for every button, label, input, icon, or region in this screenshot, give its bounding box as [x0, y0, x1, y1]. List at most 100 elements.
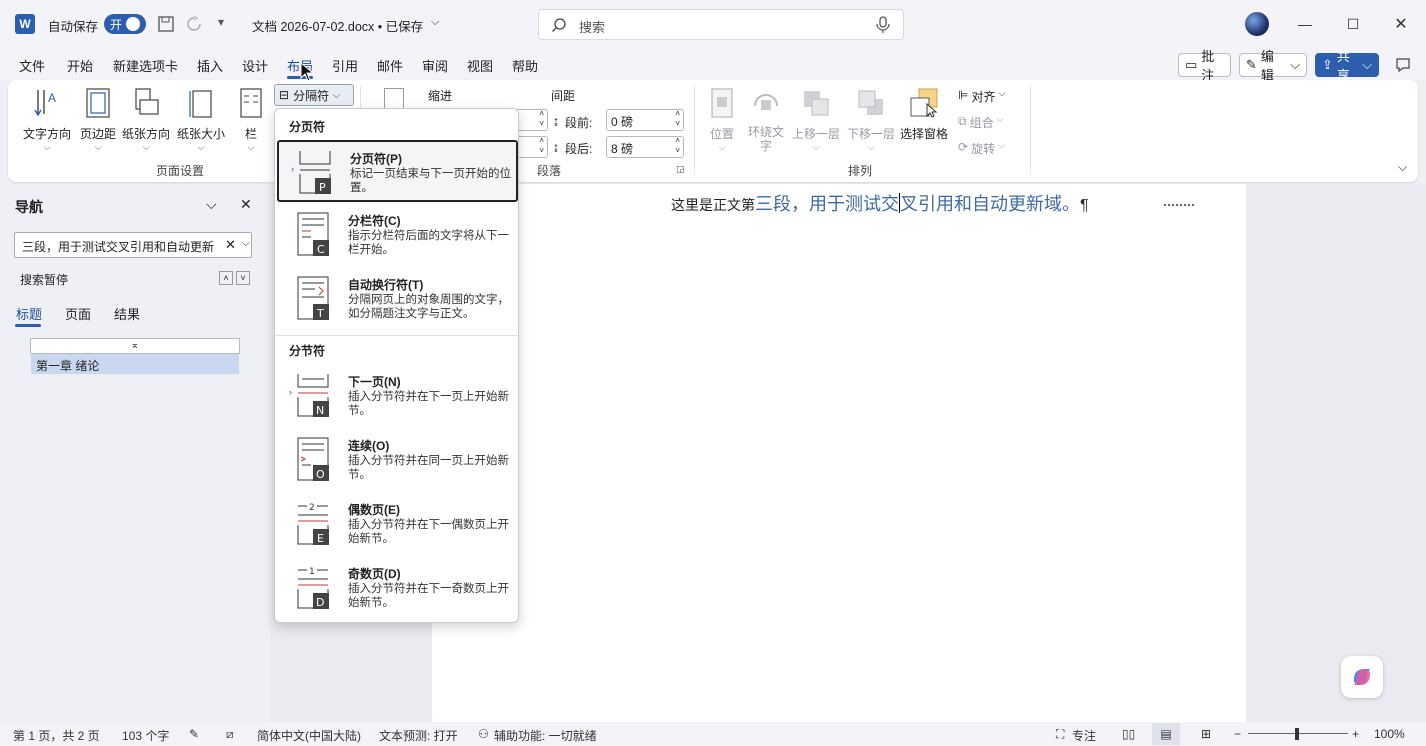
- breaks-button[interactable]: ⊟ 分隔符 ⌵: [274, 84, 354, 106]
- menu-design[interactable]: 设计: [242, 56, 268, 75]
- collapse-all-headings-icon[interactable]: ⌅: [30, 338, 240, 354]
- search-options-chevron-icon[interactable]: ⌵: [242, 238, 250, 249]
- odd-page-break-item[interactable]: 1D 奇数页(D) 插入分节符并在下一奇数页上开始新节。: [277, 557, 518, 619]
- margins-button[interactable]: 页边距 ⌵: [78, 88, 118, 153]
- menu-mailings[interactable]: 邮件: [377, 56, 403, 75]
- zoom-out-icon[interactable]: −: [1234, 727, 1241, 741]
- menu-review[interactable]: 审阅: [422, 56, 448, 75]
- menu-help[interactable]: 帮助: [512, 56, 538, 75]
- nav-close-icon[interactable]: ✕: [240, 196, 252, 213]
- columns-button[interactable]: 栏 ⌵: [236, 88, 266, 153]
- orientation-icon: [135, 88, 159, 115]
- even-page-break-item[interactable]: 2E 偶数页(E) 插入分节符并在下一偶数页上开始新节。: [277, 493, 518, 555]
- menu-new-tab[interactable]: 新建选项卡: [113, 56, 178, 75]
- title-chevron-down-icon[interactable]: ⌵: [431, 16, 439, 29]
- comment-icon: ▭: [1185, 57, 1198, 72]
- document-page[interactable]: 这里是正文第三段，用于测试交叉引用和自动更新域。¶: [432, 184, 1246, 722]
- ribbon-collapse-chevron-icon[interactable]: ⌵: [1398, 160, 1407, 175]
- quick-access-chevron-icon[interactable]: ▾: [218, 15, 224, 29]
- save-icon[interactable]: [157, 15, 175, 33]
- nav-search-input[interactable]: 三段，用于测试交叉引用和自动更新 ✕ ⌵: [14, 232, 252, 258]
- previous-result-icon[interactable]: ˄: [219, 271, 233, 285]
- zoom-level[interactable]: 100%: [1374, 727, 1405, 741]
- edit-mode-button[interactable]: ✎ 编辑 ⌵: [1239, 49, 1307, 83]
- accessibility-status[interactable]: 辅助功能: 一切就绪: [494, 727, 597, 744]
- wrap-text-button[interactable]: 环绕文字: [744, 88, 788, 153]
- document-title[interactable]: 文档 2026-07-02.docx • 已保存: [252, 16, 423, 35]
- proofing-icon[interactable]: ✎: [189, 727, 199, 741]
- menu-view[interactable]: 视图: [467, 56, 493, 75]
- breaks-icon: ⊟: [279, 88, 290, 102]
- orientation-button[interactable]: 纸张方向 ⌵: [122, 88, 170, 153]
- selection-pane-label: 选择窗格: [899, 127, 948, 141]
- menu-insert[interactable]: 插入: [197, 56, 223, 75]
- next-page-break-item[interactable]: › N 下一页(N) 插入分节符并在下一页上开始新节。: [277, 365, 518, 427]
- read-mode-icon[interactable]: ▯▯: [1122, 727, 1135, 741]
- copilot-icon: [1353, 669, 1371, 685]
- zoom-in-icon[interactable]: +: [1352, 727, 1359, 741]
- share-label: 共享: [1336, 49, 1350, 83]
- dropdown-arrow-icon: ⌵: [812, 142, 820, 152]
- bring-forward-button[interactable]: 上移一层 ⌵: [790, 88, 842, 153]
- redo-icon[interactable]: [185, 15, 203, 33]
- tab-results[interactable]: 结果: [114, 304, 140, 323]
- field-text-after-cursor: 叉引用和自动更新域。: [900, 194, 1080, 214]
- feedback-icon[interactable]: [1394, 56, 1412, 74]
- maximize-button[interactable]: ☐: [1330, 0, 1376, 48]
- focus-mode-button[interactable]: 专注: [1072, 727, 1096, 744]
- text-wrapping-break-title: 自动换行符(T): [348, 278, 424, 292]
- body-paragraph[interactable]: 这里是正文第三段，用于测试交叉引用和自动更新域。¶: [671, 190, 1089, 216]
- column-break-item[interactable]: C 分栏符(C) 指示分栏符后面的文字将从下一栏开始。: [277, 204, 518, 266]
- share-button[interactable]: ⇪ 共享 ⌵: [1315, 49, 1379, 83]
- page-break-icon: P: [299, 151, 331, 194]
- page-break-item[interactable]: › P 分页符(P) 标记一页结束与下一页开始的位置。: [277, 140, 518, 202]
- text-direction-button[interactable]: A 文字方向 ⌵: [20, 88, 74, 153]
- svg-text:2: 2: [309, 503, 315, 513]
- comment-button[interactable]: ▭ 批注: [1178, 49, 1231, 83]
- continuous-break-item[interactable]: O 连续(O) 插入分节符并在同一页上开始新节。: [277, 429, 518, 491]
- space-before-input[interactable]: 0 磅 ˄ ˅: [606, 109, 684, 131]
- menu-references[interactable]: 引用: [332, 56, 358, 75]
- text-wrapping-break-icon: T: [297, 276, 329, 320]
- dropdown-arrow-icon: ⌵: [94, 142, 102, 152]
- menu-file[interactable]: 文件: [19, 56, 45, 75]
- text-prediction-status[interactable]: 文本预测: 打开: [379, 727, 458, 744]
- web-layout-icon[interactable]: ⊞: [1201, 727, 1211, 741]
- send-backward-button[interactable]: 下移一层 ⌵: [844, 88, 898, 153]
- text-wrapping-break-item[interactable]: T 自动换行符(T) 分隔网页上的对象周围的文字，如分隔题注文字与正文。: [277, 268, 518, 330]
- clear-search-icon[interactable]: ✕: [225, 237, 236, 253]
- menu-home[interactable]: 开始: [67, 56, 93, 75]
- position-button[interactable]: 位置 ⌵: [704, 88, 740, 153]
- align-button[interactable]: ⊫ 对齐 ⌵: [958, 88, 1005, 105]
- selection-pane-icon: [910, 88, 938, 118]
- word-count[interactable]: 103 个字: [122, 727, 169, 744]
- selection-pane-button[interactable]: 选择窗格: [898, 88, 950, 142]
- space-after-value: 8 磅: [611, 142, 634, 156]
- navigation-pane: 导航 ⌵ ✕ 三段，用于测试交叉引用和自动更新 ✕ ⌵ 搜索暂停 ˄ ˅ 标题 …: [0, 184, 270, 722]
- page-count[interactable]: 第 1 页，共 2 页: [13, 727, 100, 744]
- search-box[interactable]: 搜索: [538, 9, 904, 40]
- tab-pages[interactable]: 页面: [65, 304, 91, 323]
- zoom-slider-thumb[interactable]: [1295, 728, 1299, 740]
- size-button[interactable]: 纸张大小 ⌵: [176, 88, 226, 153]
- print-layout-icon[interactable]: ▤: [1152, 723, 1180, 745]
- rotate-label: 旋转: [971, 142, 996, 156]
- space-after-icon: ↨: [553, 140, 559, 154]
- next-result-icon[interactable]: ˅: [236, 271, 250, 285]
- user-avatar[interactable]: [1245, 12, 1269, 36]
- language-status[interactable]: 简体中文(中国大陆): [257, 727, 361, 744]
- space-after-input[interactable]: 8 磅 ˄ ˅: [606, 136, 684, 158]
- copilot-button[interactable]: [1341, 656, 1383, 698]
- space-before-icon: ↨: [553, 114, 559, 128]
- microphone-icon[interactable]: [875, 16, 891, 34]
- nav-options-chevron-icon[interactable]: ⌵: [206, 196, 217, 213]
- autosave-toggle[interactable]: 开: [104, 14, 146, 34]
- close-button[interactable]: ✕: [1378, 0, 1424, 48]
- paragraph-dialog-launcher-icon[interactable]: ◲: [676, 164, 685, 175]
- macro-icon[interactable]: ⧄: [226, 727, 234, 742]
- group-objects-button[interactable]: ⧉ 组合 ⌵: [958, 114, 1003, 131]
- heading-item[interactable]: 第一章 绪论: [31, 354, 239, 374]
- rotate-button[interactable]: ⟳ 旋转 ⌵: [958, 140, 1005, 157]
- minimize-button[interactable]: —: [1282, 0, 1328, 48]
- tab-headings[interactable]: 标题: [16, 304, 42, 323]
